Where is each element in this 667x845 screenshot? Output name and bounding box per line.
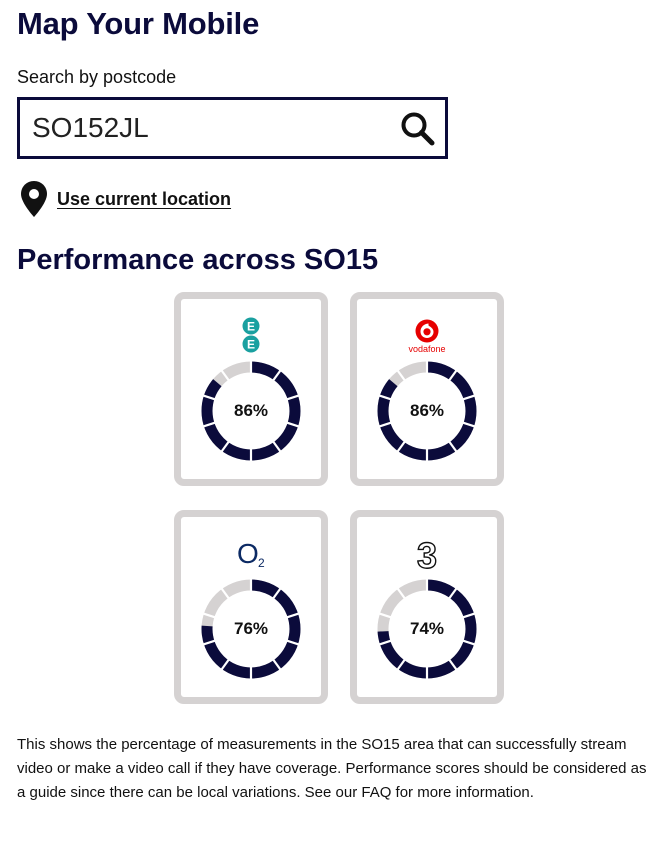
performance-percent: 76% — [233, 619, 269, 638]
o2-letter: O — [237, 538, 259, 569]
three-logo-icon: 3 — [416, 535, 437, 573]
search-box — [17, 97, 448, 159]
postcode-input[interactable] — [32, 108, 392, 148]
three-glyph: 3 — [417, 535, 437, 573]
vodafone-logo-icon: vodafone — [408, 319, 446, 354]
o2-logo-icon: O 2 — [237, 538, 265, 570]
operator-card-vodafone: vodafone 86% — [350, 292, 504, 486]
search-button[interactable] — [399, 110, 437, 148]
performance-percent: 86% — [409, 401, 445, 420]
operator-card-ee: E E 86% — [174, 292, 328, 486]
operator-card-o2: O 2 76% — [174, 510, 328, 704]
page-title: Map Your Mobile — [17, 6, 260, 41]
operator-card-three: 3 74% — [350, 510, 504, 704]
performance-percent: 74% — [409, 619, 445, 638]
svg-text:E: E — [247, 320, 255, 334]
ee-logo-icon: E E — [242, 317, 260, 353]
use-current-location-link[interactable]: Use current location — [57, 189, 231, 210]
location-pin-icon — [21, 181, 47, 217]
current-location-row: Use current location — [20, 180, 231, 218]
svg-text:E: E — [247, 338, 255, 352]
search-label: Search by postcode — [17, 67, 177, 87]
performance-title: Performance across SO15 — [17, 244, 379, 276]
performance-footnote: This shows the percentage of measurement… — [17, 736, 647, 801]
performance-percent: 86% — [233, 401, 269, 420]
vodafone-wordmark: vodafone — [408, 344, 445, 354]
search-icon — [401, 112, 435, 146]
o2-subscript: 2 — [258, 556, 265, 570]
